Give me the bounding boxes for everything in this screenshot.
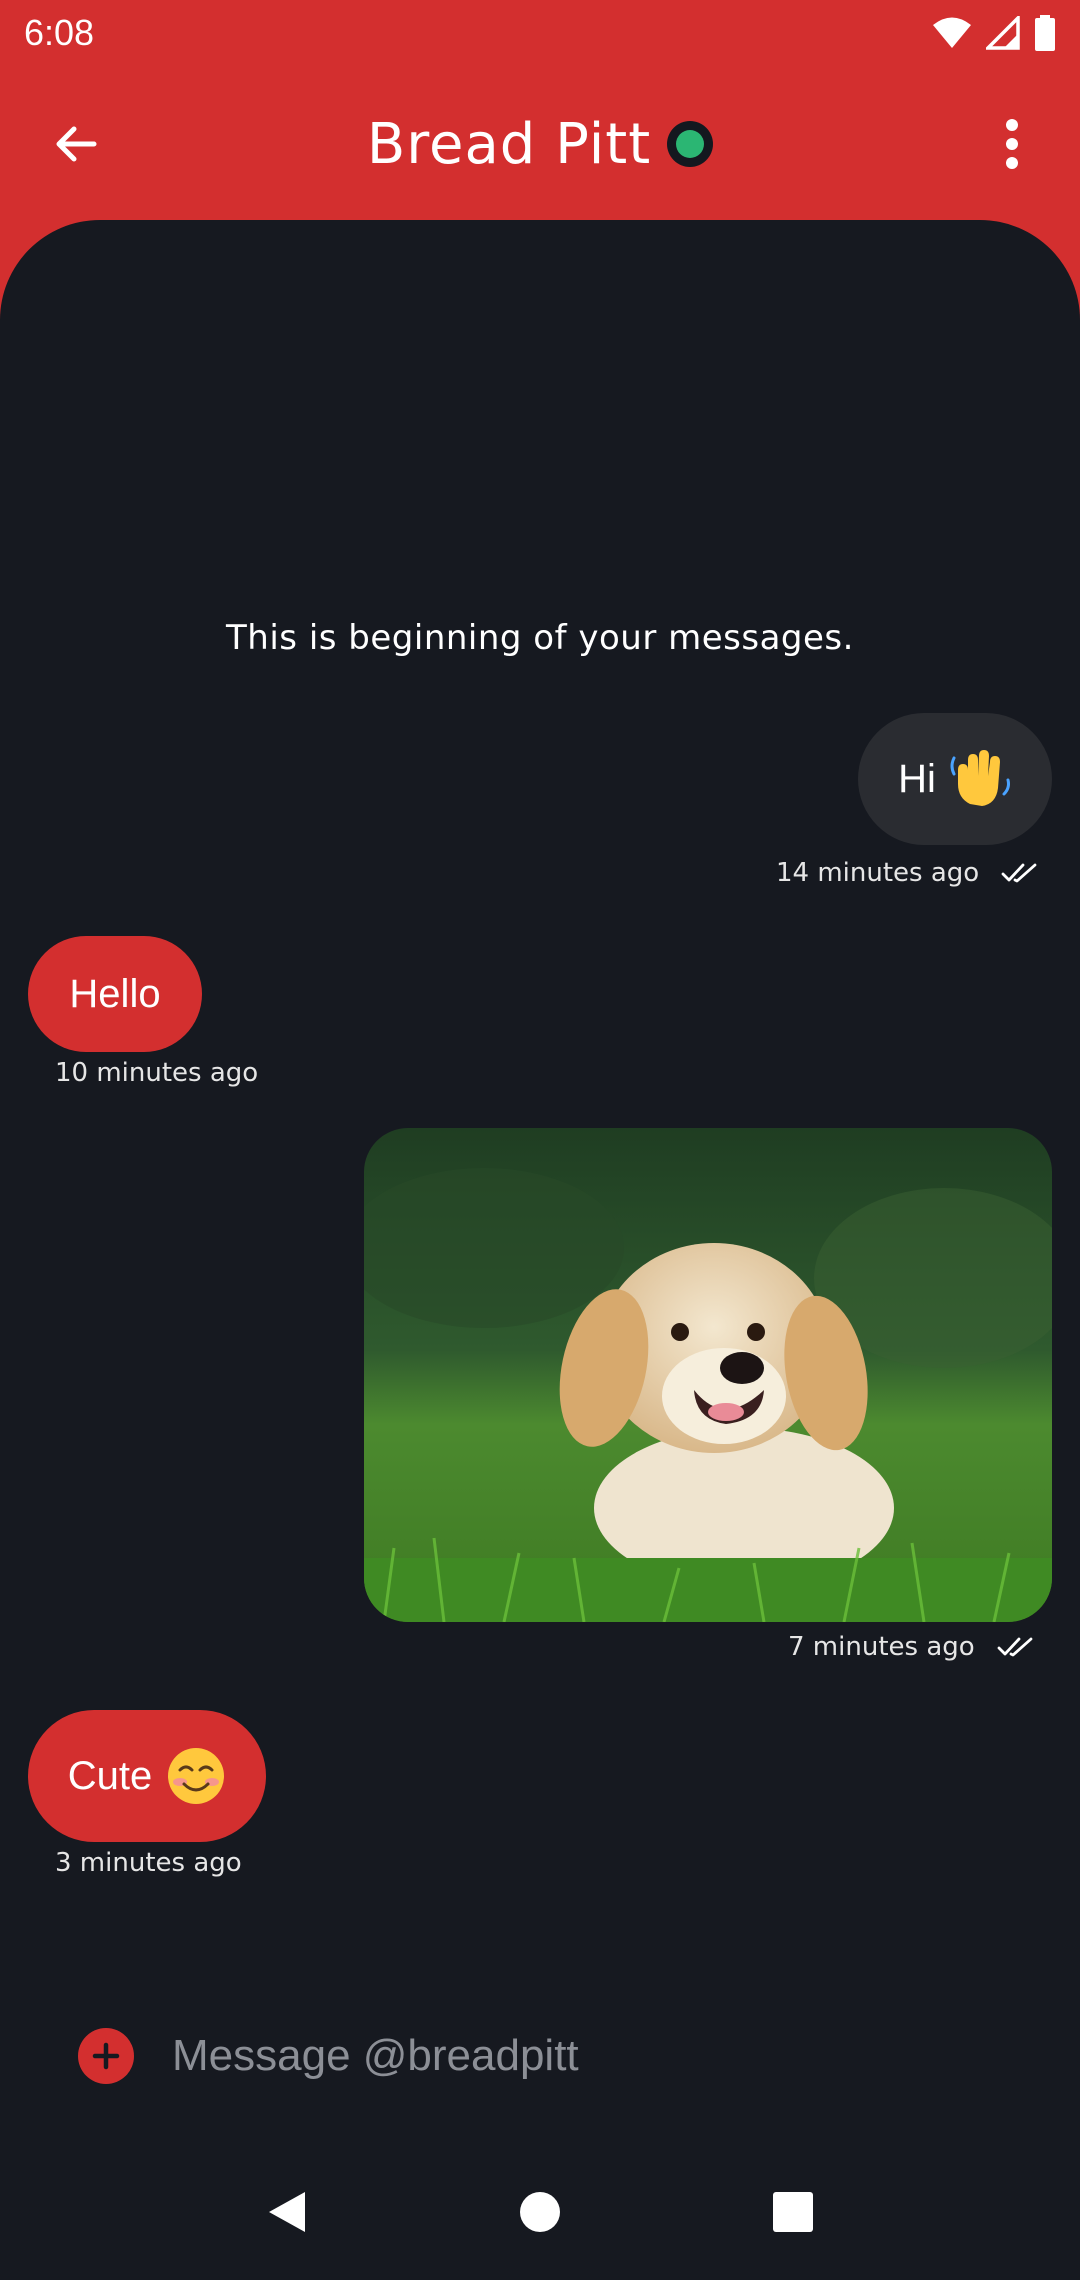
add-attachment-button[interactable] [78,2028,134,2084]
conversation-start-notice: This is beginning of your messages. [226,618,854,658]
contact-name: Bread Pitt [366,111,652,177]
system-navigation-bar [0,2144,1080,2280]
message-composer [0,1984,1080,2124]
nav-home-button[interactable] [500,2172,580,2252]
app-bar: Bread Pitt [0,66,1080,220]
message-timestamp: 14 minutes ago [776,858,980,888]
message-timestamp: 10 minutes ago [55,1058,259,1088]
more-vert-icon [1006,119,1018,169]
message-input[interactable] [172,2014,1032,2098]
message-timestamp: 3 minutes ago [55,1848,242,1878]
nav-recents-button[interactable] [753,2172,833,2252]
battery-icon [1035,15,1055,51]
waving-hand-emoji [950,750,1010,806]
nav-back-icon [268,2192,305,2232]
message-meta: 14 minutes ago [776,858,1037,888]
nav-home-icon [519,2192,560,2232]
conversation-title-group: Bread Pitt [0,104,1080,184]
plus-circle-icon [92,2042,120,2070]
message-text: Hello [69,971,161,1016]
wifi-icon [933,17,971,48]
smiling-face-emoji [168,1748,225,1804]
status-bar: 6:08 [0,0,1080,66]
message-timestamp: 7 minutes ago [788,1632,975,1662]
status-icons [932,15,1056,51]
double-check-icon [997,1637,1033,1657]
message-bubble-outgoing[interactable]: Hi [858,713,1052,845]
overflow-menu-button[interactable] [974,106,1050,182]
message-meta: 3 minutes ago [55,1848,242,1878]
message-meta: 10 minutes ago [55,1058,258,1088]
message-meta: 7 minutes ago [788,1632,1033,1662]
message-bubble-incoming[interactable]: Cute [28,1710,266,1842]
message-text: Cute [67,1753,153,1798]
double-check-icon [1001,863,1037,883]
golden-retriever-puppy-photo [364,1128,1052,1622]
message-text: Hi [898,756,936,801]
message-image-outgoing[interactable] [364,1128,1052,1622]
status-time: 6:08 [24,12,95,53]
nav-back-button[interactable] [247,2172,327,2252]
nav-recents-icon [773,2192,814,2232]
signal-icon [986,16,1020,50]
message-bubble-incoming[interactable]: Hello [28,936,202,1052]
online-status-indicator [667,121,714,167]
chat-panel[interactable]: This is beginning of your messages. Hi 1… [0,220,1080,2280]
